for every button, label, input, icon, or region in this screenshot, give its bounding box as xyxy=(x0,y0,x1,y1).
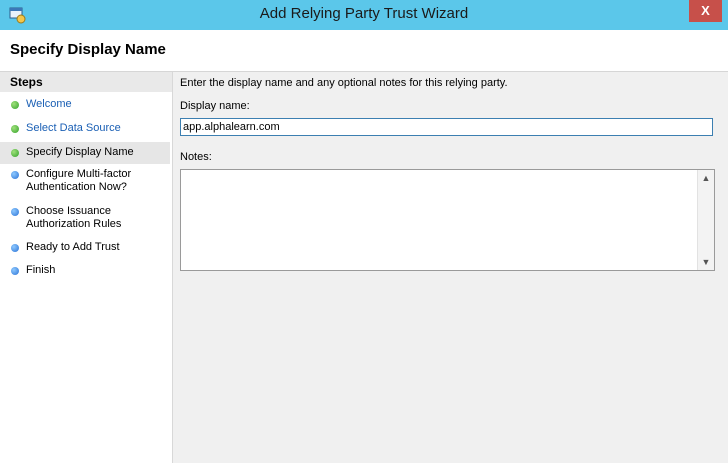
step-pending-icon xyxy=(11,244,19,252)
display-name-label: Display name: xyxy=(180,100,250,112)
close-button[interactable]: X xyxy=(689,0,722,22)
notes-label: Notes: xyxy=(180,151,212,163)
display-name-input[interactable]: app.alphalearn.com xyxy=(180,118,713,136)
title-bar: Add Relying Party Trust Wizard X xyxy=(0,0,728,30)
scroll-down-icon[interactable]: ▼ xyxy=(698,254,714,270)
step-label[interactable]: Select Data Source xyxy=(26,122,166,135)
notes-scrollbar[interactable]: ▲ ▼ xyxy=(697,170,714,270)
window-title: Add Relying Party Trust Wizard xyxy=(259,5,469,22)
step-specify-display-name: Specify Display Name xyxy=(0,142,170,164)
step-complete-icon xyxy=(11,149,19,157)
scroll-up-icon[interactable]: ▲ xyxy=(698,170,714,186)
page-header: Specify Display Name xyxy=(0,30,728,72)
step-finish: Finish xyxy=(0,264,170,278)
steps-heading-label: Steps xyxy=(10,75,43,89)
steps-heading: Steps xyxy=(0,72,172,92)
step-label: Ready to Add Trust xyxy=(26,241,120,253)
notes-textarea[interactable]: ▲ ▼ xyxy=(180,169,715,271)
step-label: Finish xyxy=(26,264,56,276)
main-panel: Enter the display name and any optional … xyxy=(173,72,728,463)
step-complete-icon xyxy=(11,101,19,109)
step-welcome[interactable]: Welcome xyxy=(0,98,170,112)
step-label: Specify Display Name xyxy=(26,146,134,158)
page-title: Specify Display Name xyxy=(10,41,166,58)
step-complete-icon xyxy=(11,125,19,133)
step-pending-icon xyxy=(11,267,19,275)
step-configure-mfa: Configure Multi-factor Authentication No… xyxy=(0,168,170,196)
step-label[interactable]: Welcome xyxy=(26,98,166,111)
steps-pane: Steps Welcome Select Data Source Specify… xyxy=(0,72,173,463)
step-label: Choose Issuance Authorization Rules xyxy=(26,205,122,230)
step-issuance-authorization: Choose Issuance Authorization Rules xyxy=(0,205,170,233)
step-ready-to-add-trust: Ready to Add Trust xyxy=(0,241,170,255)
step-pending-icon xyxy=(11,208,19,216)
step-select-data-source[interactable]: Select Data Source xyxy=(0,122,170,136)
instructions-text: Enter the display name and any optional … xyxy=(180,77,508,89)
step-label: Configure Multi-factor Authentication No… xyxy=(26,168,132,193)
step-pending-icon xyxy=(11,171,19,179)
